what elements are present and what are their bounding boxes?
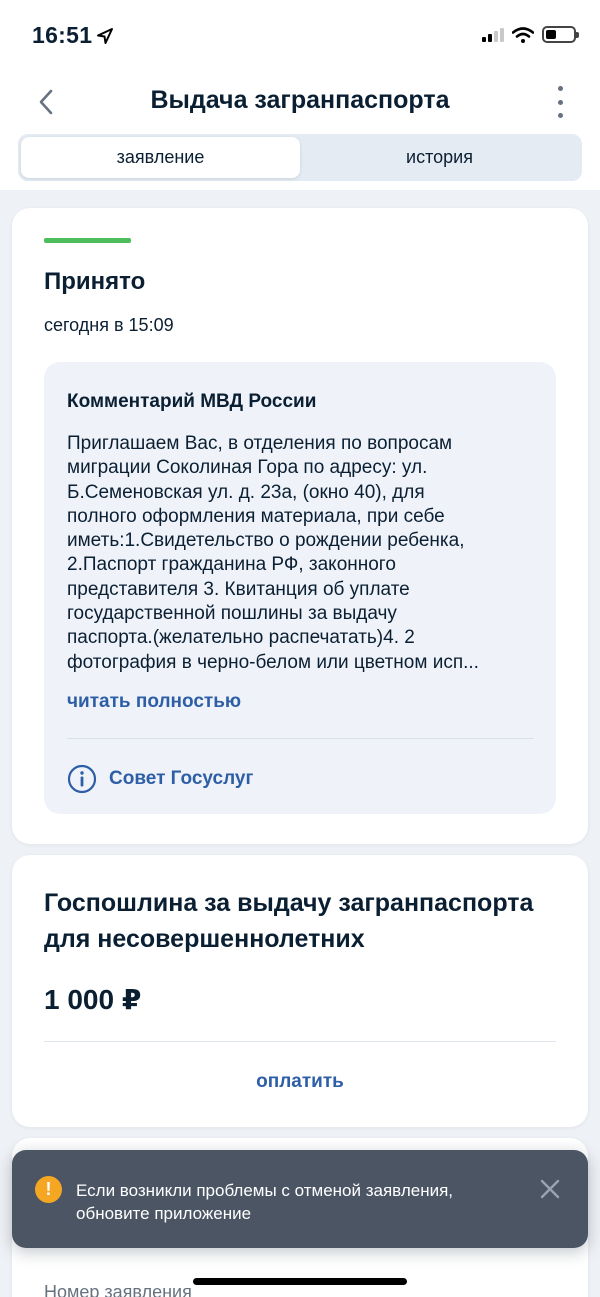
status-indicator-bar <box>44 238 131 243</box>
comment-line: фотография в черно-белом или цветном исп… <box>67 651 479 673</box>
comment-line: представителя 3. Квитанция об уплате <box>67 578 410 600</box>
toast-line: Если возникли проблемы с отменой заявлен… <box>76 1181 454 1200</box>
status-date: сегодня в 15:09 <box>44 315 174 335</box>
application-number-label: Номер заявления <box>44 1282 192 1297</box>
fee-amount: 1 000 ₽ <box>44 984 142 1015</box>
comment-line: миграции Соколиная Гора по адресу: ул. <box>67 457 428 479</box>
comment-box: Комментарий МВД России Приглашаем Вас, в… <box>44 362 556 814</box>
advice-label: Совет Госуслуг <box>109 768 254 789</box>
read-more-link[interactable]: читать полностью <box>67 691 241 713</box>
status-time: 16:51 <box>32 22 114 49</box>
status-indicators <box>482 26 579 43</box>
comment-title: Комментарий МВД России <box>67 391 317 412</box>
dot-icon <box>557 86 563 91</box>
status-bar: 16:51 <box>0 0 600 70</box>
clock-time: 16:51 <box>32 22 93 48</box>
divider <box>44 1041 556 1042</box>
tab-bar: заявление история <box>18 134 582 181</box>
toast-message: Если возникли проблемы с отменой заявлен… <box>76 1179 516 1225</box>
comment-line: иметь:1.Свидетельство о рождении ребенка… <box>67 530 465 552</box>
fee-title-line: Госпошлина за выдачу загранпаспорта <box>44 889 534 917</box>
cellular-signal-icon <box>482 27 504 42</box>
comment-line: государственной пошлины за выдачу <box>67 603 397 625</box>
more-menu-button[interactable] <box>550 86 570 118</box>
divider <box>67 738 534 739</box>
battery-icon <box>542 26 579 43</box>
header: Выдача загранпаспорта заявление история <box>0 70 600 190</box>
pay-button[interactable]: оплатить <box>12 1071 588 1093</box>
toast-close-button[interactable] <box>538 1177 562 1201</box>
comment-line: 2.Паспорт гражданина РФ, законного <box>67 554 396 576</box>
toast-line: обновите приложение <box>76 1204 252 1223</box>
dot-icon <box>557 113 563 118</box>
info-icon <box>67 764 97 794</box>
fee-title-line: для несовершеннолетних <box>44 925 365 953</box>
warning-toast: ! Если возникли проблемы с отменой заявл… <box>12 1150 588 1248</box>
status-card: Принято сегодня в 15:09 Комментарий МВД … <box>12 208 588 844</box>
advice-link[interactable]: Совет Госуслуг <box>67 764 253 794</box>
location-arrow-icon <box>97 27 114 44</box>
fee-title: Госпошлина за выдачу загранпаспорта для … <box>44 885 564 957</box>
home-indicator[interactable] <box>193 1278 407 1285</box>
warning-icon: ! <box>35 1176 62 1203</box>
dot-icon <box>557 99 563 105</box>
comment-line: паспорта.(желательно распечатать)4. 2 <box>67 627 415 649</box>
fee-card: Госпошлина за выдачу загранпаспорта для … <box>12 855 588 1127</box>
wifi-icon <box>512 26 534 43</box>
tab-history[interactable]: история <box>300 137 579 178</box>
comment-line: Б.Семеновская ул. д. 23а, (окно 40), для <box>67 481 425 503</box>
close-icon <box>540 1179 560 1199</box>
page-title: Выдача загранпаспорта <box>150 86 450 114</box>
comment-line: полного оформления материала, при себе <box>67 505 445 527</box>
comment-line: Приглашаем Вас, в отделения по вопросам <box>67 433 453 454</box>
tab-application[interactable]: заявление <box>21 137 300 178</box>
status-title: Принято <box>44 268 146 295</box>
comment-text: Приглашаем Вас, в отделения по вопросам … <box>67 432 537 675</box>
